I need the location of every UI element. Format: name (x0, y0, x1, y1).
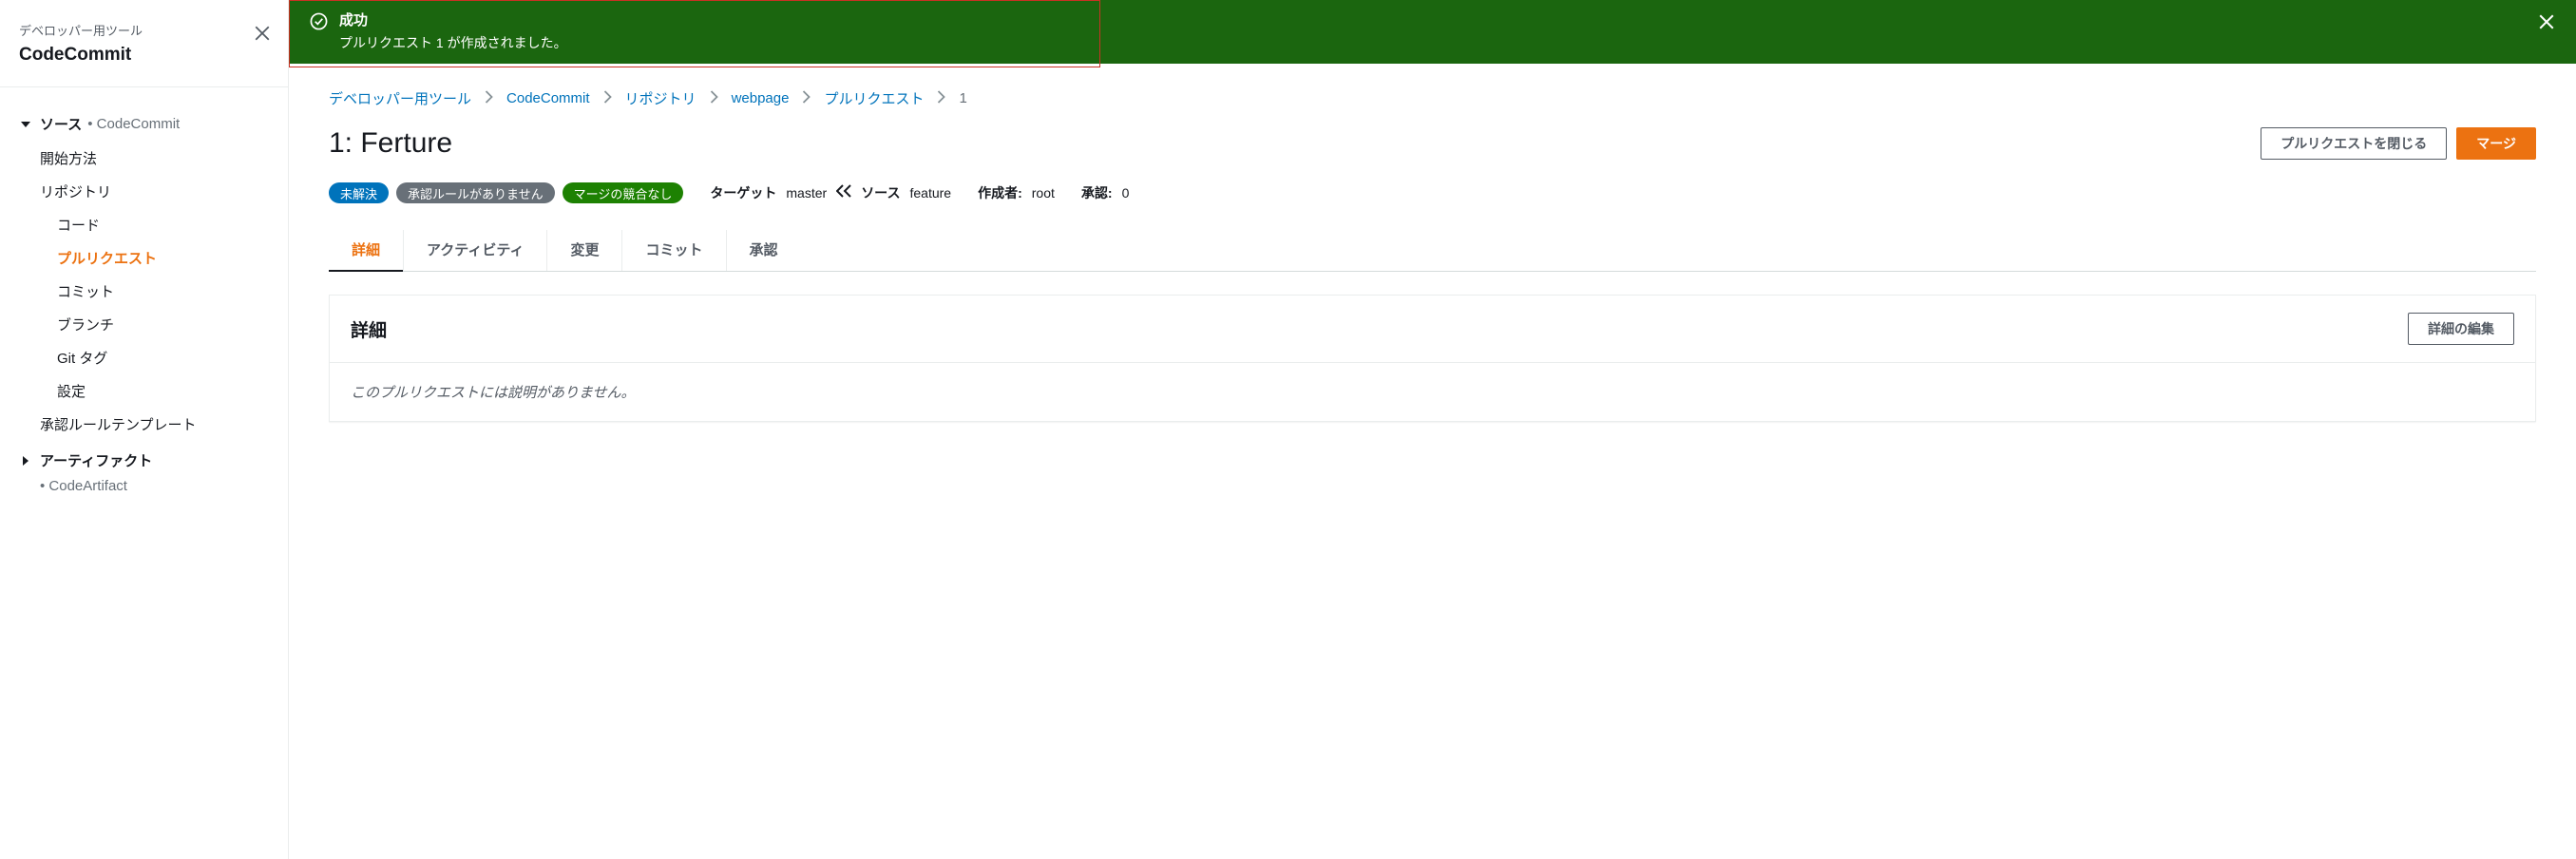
tab-changes[interactable]: 変更 (547, 230, 622, 271)
chevron-right-icon (485, 90, 493, 107)
breadcrumb-link[interactable]: webpage (732, 90, 790, 106)
success-check-icon (310, 12, 328, 33)
source-value: feature (910, 185, 952, 200)
breadcrumb-link[interactable]: デベロッパー用ツール (329, 88, 471, 108)
sidebar-item-getting-started[interactable]: 開始方法 (40, 142, 269, 175)
sidebar-item-repositories[interactable]: リポジトリ (40, 175, 269, 208)
chevron-right-icon (710, 90, 718, 107)
double-chevron-left-icon (836, 184, 851, 202)
alert-message: プルリクエスト 1 が作成されました。 (339, 33, 2521, 52)
nav-section-sub: • CodeCommit (87, 116, 180, 132)
target-value: master (786, 185, 827, 200)
caret-right-icon (19, 454, 32, 468)
tab-approvals[interactable]: 承認 (727, 230, 801, 271)
author-value: root (1032, 185, 1055, 200)
close-pr-button[interactable]: プルリクエストを閉じる (2261, 127, 2447, 160)
alert-title: 成功 (339, 10, 2521, 29)
panel-body: このプルリクエストには説明がありません。 (330, 363, 2535, 421)
sidebar-item-settings[interactable]: 設定 (57, 374, 269, 408)
nav-section-sub: • CodeArtifact (40, 476, 269, 496)
sidebar-item-approval-templates[interactable]: 承認ルールテンプレート (40, 408, 269, 441)
sidebar-header-title: CodeCommit (19, 45, 269, 66)
sidebar-item-branches[interactable]: ブランチ (57, 308, 269, 341)
page-header: 1: Ferture プルリクエストを閉じる マージ (329, 127, 2536, 160)
caret-down-icon (19, 118, 32, 131)
target-source-group: ターゲット master ソース feature (710, 183, 951, 202)
success-alert: 成功 プルリクエスト 1 が作成されました。 (289, 0, 2576, 64)
sidebar-nav: ソース • CodeCommit 開始方法 リポジトリ コード プルリクエスト … (0, 87, 288, 500)
tab-commits[interactable]: コミット (622, 230, 726, 271)
breadcrumb-link[interactable]: プルリクエスト (824, 88, 924, 108)
source-label: ソース (861, 183, 900, 202)
author-label: 作成者: (978, 183, 1022, 202)
main: 成功 プルリクエスト 1 が作成されました。 デベロッパー用ツール CodeCo… (289, 0, 2576, 859)
approval-value: 0 (1122, 185, 1130, 200)
status-badge-no-conflict: マージの競合なし (563, 182, 684, 203)
sidebar: デベロッパー用ツール CodeCommit ソース • CodeCommit 開… (0, 0, 289, 859)
sidebar-header-sub: デベロッパー用ツール (19, 21, 269, 39)
close-icon[interactable] (254, 23, 271, 48)
nav-section-title: ソース (40, 114, 82, 134)
breadcrumb-current: 1 (959, 90, 966, 106)
details-panel: 詳細 詳細の編集 このプルリクエストには説明がありません。 (329, 295, 2536, 422)
tabs: 詳細 アクティビティ 変更 コミット 承認 (329, 230, 2536, 272)
chevron-right-icon (603, 90, 612, 107)
approval-group: 承認: 0 (1081, 183, 1129, 202)
target-label: ターゲット (710, 183, 776, 202)
nav-section-title: アーティファクト (40, 450, 152, 470)
sidebar-item-pull-requests[interactable]: プルリクエスト (57, 241, 269, 275)
panel-title: 詳細 (351, 316, 2408, 342)
status-badge-no-rules: 承認ルールがありません (396, 182, 555, 203)
chevron-right-icon (802, 90, 811, 107)
breadcrumb: デベロッパー用ツール CodeCommit リポジトリ webpage プルリク… (329, 88, 2536, 108)
status-badge-unresolved: 未解決 (329, 182, 389, 203)
sidebar-item-git-tags[interactable]: Git タグ (57, 341, 269, 374)
tab-activity[interactable]: アクティビティ (404, 230, 547, 271)
close-icon[interactable] (2538, 11, 2555, 36)
status-row: 未解決 承認ルールがありません マージの競合なし ターゲット master ソー… (329, 182, 2536, 203)
breadcrumb-link[interactable]: リポジトリ (625, 88, 696, 108)
author-group: 作成者: root (978, 183, 1055, 202)
chevron-right-icon (937, 90, 945, 107)
nav-section-source[interactable]: ソース • CodeCommit (19, 108, 269, 140)
breadcrumb-link[interactable]: CodeCommit (506, 90, 590, 106)
merge-button[interactable]: マージ (2456, 127, 2536, 160)
tab-details[interactable]: 詳細 (329, 230, 404, 271)
sidebar-header: デベロッパー用ツール CodeCommit (0, 0, 288, 87)
nav-section-artifacts[interactable]: アーティファクト (19, 445, 269, 476)
sidebar-item-code[interactable]: コード (57, 208, 269, 241)
sidebar-item-commits[interactable]: コミット (57, 275, 269, 308)
edit-details-button[interactable]: 詳細の編集 (2408, 313, 2514, 345)
page-title: 1: Ferture (329, 127, 2261, 160)
approval-label: 承認: (1081, 183, 1113, 202)
